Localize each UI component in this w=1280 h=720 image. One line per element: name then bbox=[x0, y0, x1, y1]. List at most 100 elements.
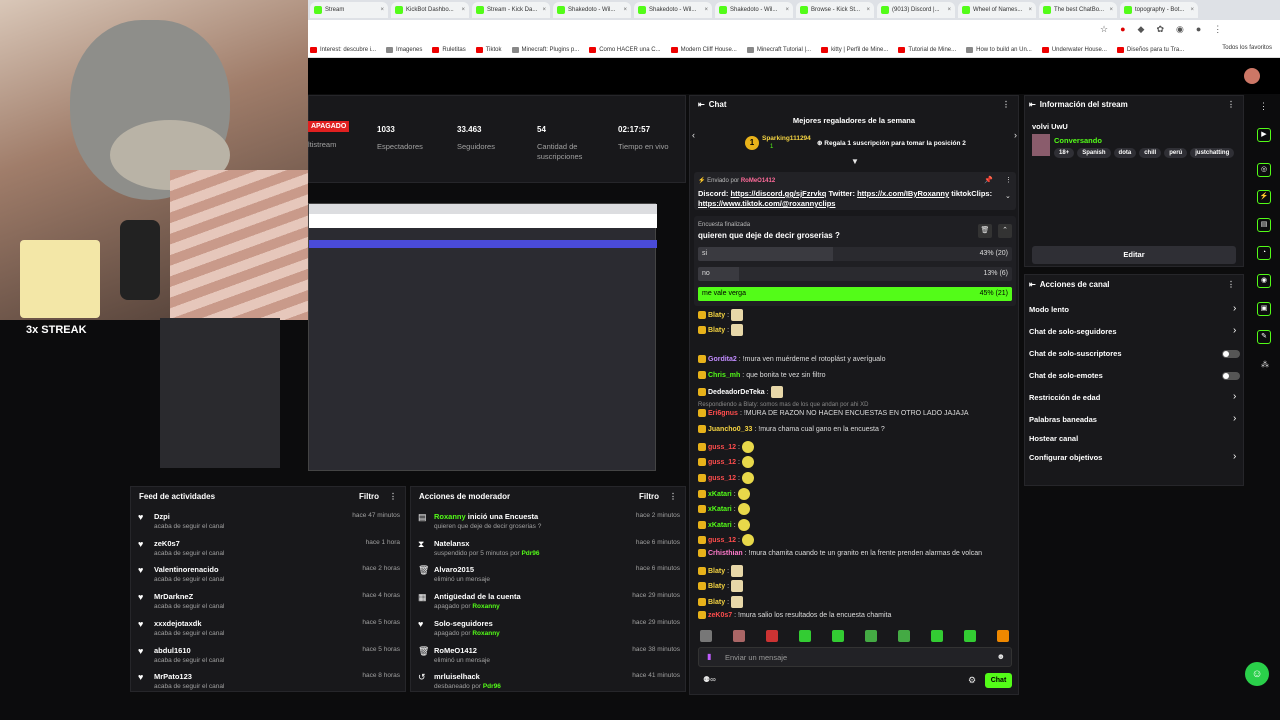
emote-icon[interactable] bbox=[832, 630, 844, 642]
follower-name[interactable]: abdul1610 bbox=[154, 646, 224, 655]
emoji-icon[interactable]: ☻ bbox=[997, 652, 1005, 661]
chat-message[interactable]: xKatari: bbox=[698, 519, 750, 531]
emote-icon[interactable] bbox=[766, 630, 778, 642]
chat-message[interactable]: xKatari: bbox=[698, 503, 750, 515]
close-icon[interactable]: × bbox=[704, 7, 708, 13]
chat-input-box[interactable]: ▮ Enviar un mensaje ☻ bbox=[698, 647, 1012, 667]
bookmark-item[interactable]: Minecraft: Plugins p... bbox=[511, 46, 579, 53]
mod-action-row[interactable]: 🗑 RoMeO1412 eliminó un mensaje hace 38 minu… bbox=[418, 646, 680, 664]
bookmark-item[interactable]: Tiktok bbox=[475, 46, 502, 53]
bookmark-item[interactable]: kitty | Perfil de Mine... bbox=[821, 46, 888, 53]
category-name[interactable]: Conversando bbox=[1054, 136, 1102, 145]
trash-icon[interactable]: 🗑 bbox=[978, 224, 992, 238]
chat-username[interactable]: guss_12 bbox=[708, 459, 736, 466]
chat-message[interactable]: Blaty: bbox=[698, 596, 744, 608]
activity-row[interactable]: ♥ abdul1610 acaba de seguir el canal hace 5… bbox=[138, 646, 400, 664]
chat-message[interactable]: Juancho0_33: !mura chama cual gano en la… bbox=[698, 425, 885, 433]
chat-message[interactable]: Blaty: bbox=[698, 580, 744, 592]
mod-action-row[interactable]: ♥ Solo-seguidores apagado por Roxanny hace … bbox=[418, 619, 680, 637]
chat-username[interactable]: xKatari bbox=[708, 522, 732, 529]
extension-icon[interactable]: ◉ bbox=[1176, 24, 1184, 35]
chevron-right-icon[interactable]: › bbox=[1233, 413, 1236, 424]
channel-action-label[interactable]: Modo lento bbox=[1029, 305, 1069, 314]
moderator-name[interactable]: Roxanny bbox=[434, 512, 466, 521]
bookmark-item[interactable]: Tutorial de Mine... bbox=[898, 46, 956, 53]
tag-pill[interactable]: Spanish bbox=[1077, 148, 1111, 158]
follower-name[interactable]: Valentinorenacido bbox=[154, 565, 224, 574]
chat-username[interactable]: guss_12 bbox=[708, 444, 736, 451]
chevron-right-icon[interactable]: › bbox=[1233, 325, 1236, 336]
twitter-link[interactable]: https://x.com/IByRoxanny bbox=[857, 189, 949, 198]
mic-icon[interactable]: ▮ bbox=[707, 652, 711, 661]
clipboard-icon[interactable]: ▤ bbox=[1257, 218, 1271, 232]
moderator-name[interactable]: Pdr96 bbox=[483, 683, 501, 690]
channel-action-label[interactable]: Palabras baneadas bbox=[1029, 415, 1097, 424]
chat-message[interactable]: guss_12: bbox=[698, 456, 754, 468]
close-icon[interactable]: × bbox=[1028, 7, 1032, 13]
activity-row[interactable]: ♥ Valentinorenacido acaba de seguir el can… bbox=[138, 565, 400, 583]
chevron-right-icon[interactable]: › bbox=[1014, 130, 1017, 140]
more-icon[interactable]: ⋮ bbox=[1002, 100, 1010, 109]
activity-row[interactable]: ♥ Dzpi acaba de seguir el canal hace 47 min… bbox=[138, 512, 400, 530]
chat-username[interactable]: Juancho0_33 bbox=[708, 426, 752, 433]
chevron-right-icon[interactable]: › bbox=[1233, 303, 1236, 314]
moderator-name[interactable]: Roxanny bbox=[472, 603, 499, 610]
close-icon[interactable]: × bbox=[1190, 7, 1194, 13]
close-icon[interactable]: × bbox=[866, 7, 870, 13]
chat-username[interactable]: guss_12 bbox=[708, 537, 736, 544]
emote-icon[interactable] bbox=[733, 630, 745, 642]
emote-icon[interactable] bbox=[700, 630, 712, 642]
chat-username[interactable]: Blaty bbox=[708, 568, 725, 575]
tag-pill[interactable]: dota bbox=[1113, 148, 1137, 158]
channel-action-label[interactable]: Chat de solo-emotes bbox=[1029, 371, 1103, 380]
extension-icon[interactable]: ◆ bbox=[1138, 24, 1145, 35]
browser-tab[interactable]: Browse - Kick St... × bbox=[796, 2, 874, 18]
broadcast-icon[interactable]: ◉ bbox=[1257, 274, 1271, 288]
browser-tab[interactable]: The best ChatBo... × bbox=[1039, 2, 1117, 18]
browser-tab[interactable]: (9013) Discord |... × bbox=[877, 2, 955, 18]
more-icon[interactable]: ⋮ bbox=[669, 492, 677, 501]
emote-icon[interactable] bbox=[865, 630, 877, 642]
bookmark-item[interactable]: How to build an Un... bbox=[966, 46, 1032, 53]
mod-action-row[interactable]: ▦ Antigüedad de la cuenta apagado por Roxa… bbox=[418, 592, 680, 610]
all-bookmarks-link[interactable]: Todos los favoritos bbox=[1222, 45, 1272, 51]
channel-action-label[interactable]: Chat de solo-seguidores bbox=[1029, 327, 1117, 336]
close-icon[interactable]: × bbox=[947, 7, 951, 13]
browser-tab[interactable]: Stream - Kick Da... × bbox=[472, 2, 550, 18]
chat-username[interactable]: DedeadorDeTeka bbox=[708, 389, 765, 396]
chat-username[interactable]: Blaty bbox=[708, 583, 725, 590]
activity-filter-button[interactable]: Filtro bbox=[359, 492, 379, 501]
chat-username[interactable]: Chris_mh bbox=[708, 372, 740, 379]
camera-icon[interactable]: ◎ bbox=[1257, 163, 1271, 177]
pin-icon[interactable]: 📌 bbox=[984, 176, 993, 184]
browser-tab[interactable]: Stream × bbox=[310, 2, 388, 18]
browser-tab[interactable]: Wheel of Names... × bbox=[958, 2, 1036, 18]
bookmark-item[interactable]: Underwater House... bbox=[1041, 46, 1107, 53]
collapse-icon[interactable]: ▼ bbox=[851, 157, 859, 166]
wrench-icon[interactable]: ✎ bbox=[1257, 330, 1271, 344]
chat-username[interactable]: Blaty bbox=[708, 312, 725, 319]
extension-icon[interactable]: ✿ bbox=[1156, 24, 1164, 35]
more-icon[interactable]: ⋮ bbox=[1227, 100, 1235, 109]
mod-action-row[interactable]: ⧗ Natelansx suspendido por 5 minutos por P… bbox=[418, 539, 680, 557]
chat-message[interactable]: guss_12: bbox=[698, 441, 754, 453]
chat-message[interactable]: Chris_mh: que bonita te vez sin filtro bbox=[698, 371, 826, 379]
bookmark-item[interactable]: Imagenes bbox=[386, 46, 422, 53]
follower-name[interactable]: MrPato123 bbox=[154, 672, 224, 681]
more-icon[interactable]: ⋮ bbox=[1005, 176, 1012, 184]
avatar[interactable] bbox=[1244, 68, 1260, 84]
chat-username[interactable]: zeK0s7 bbox=[708, 612, 732, 619]
chat-message[interactable]: zeK0s7: !mura salio los resultados de la… bbox=[698, 611, 891, 619]
chat-message[interactable]: Gordita2: !mura ven muérdeme el rotoplás… bbox=[698, 355, 885, 363]
tag-pill[interactable]: chill bbox=[1139, 148, 1162, 158]
send-chat-button[interactable]: Chat bbox=[985, 673, 1012, 688]
browser-tab[interactable]: KickBot Dashbo... × bbox=[391, 2, 469, 18]
tag-pill[interactable]: justchatting bbox=[1190, 148, 1235, 158]
more-icon[interactable]: ⋮ bbox=[1259, 101, 1268, 112]
close-icon[interactable]: × bbox=[380, 7, 384, 13]
stream-preview[interactable] bbox=[308, 203, 657, 471]
close-icon[interactable]: × bbox=[542, 7, 546, 13]
activity-row[interactable]: ♥ zeK0s7 acaba de seguir el canal hace 1 ho… bbox=[138, 539, 400, 557]
chat-username[interactable]: Blaty bbox=[708, 327, 725, 334]
mod-action-row[interactable]: ▤ Roxanny inició una Encuesta quieren que … bbox=[418, 512, 680, 530]
